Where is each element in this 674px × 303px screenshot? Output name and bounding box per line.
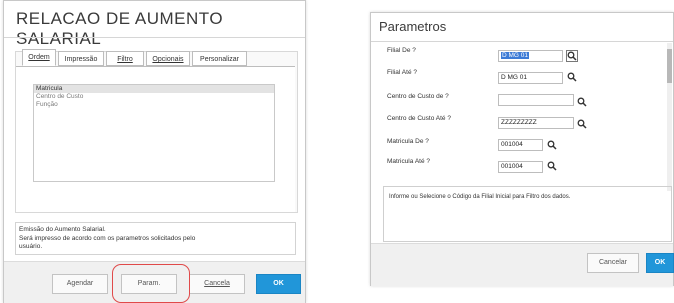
description-line: Emissão do Aumento Salarial. <box>19 226 106 233</box>
field-label: Matricula De ? <box>387 138 429 145</box>
tab-impressao[interactable]: Impressão <box>58 51 104 66</box>
ok-button[interactable]: OK <box>646 253 674 273</box>
matricula-ate-input[interactable]: 001004 <box>498 161 543 173</box>
centro-custo-ate-input[interactable]: ZZZZZZZZZ <box>498 117 574 129</box>
tab-body: Matricula Centro de Custo Função <box>16 66 295 212</box>
description-line: Será impresso de acordo com os parametro… <box>19 234 196 242</box>
list-item[interactable]: Matricula <box>34 85 274 93</box>
tab-personalizar[interactable]: Personalizar <box>192 51 247 66</box>
search-icon[interactable] <box>577 97 587 107</box>
search-icon[interactable] <box>577 119 587 129</box>
tab-panel: Ordem Impressão Filtro Opcionais Persona… <box>15 49 298 213</box>
field-label: Centro de Custo de ? <box>387 93 449 100</box>
dialog-footer: Cancelar OK <box>371 243 674 286</box>
help-text: Informe ou Selecione o Código da Filial … <box>383 186 672 242</box>
matricula-de-input[interactable]: 001004 <box>498 139 543 151</box>
tab-filtro[interactable]: Filtro <box>106 51 144 66</box>
schedule-button[interactable]: Agendar <box>52 274 108 294</box>
description-line: usuário. <box>19 243 43 250</box>
title-divider <box>371 41 673 42</box>
cancel-button[interactable]: Cancelar <box>587 253 639 273</box>
scrollbar[interactable] <box>667 43 672 191</box>
search-icon[interactable] <box>547 161 557 171</box>
field-label: Filial Até ? <box>387 69 417 76</box>
scrollbar-thumb[interactable] <box>667 49 672 83</box>
field-label: Centro de Custo Até ? <box>387 115 451 122</box>
report-dialog: RELACAO DE AUMENTO SALARIAL Ordem Impres… <box>3 0 306 303</box>
search-icon[interactable] <box>566 50 578 62</box>
report-description: Emissão do Aumento Salarial. Será impres… <box>15 222 296 255</box>
tab-ordem[interactable]: Ordem <box>22 49 56 66</box>
field-label: Matricula Até ? <box>387 158 430 165</box>
title-divider <box>4 37 305 38</box>
filial-de-input[interactable]: D MG 01 <box>498 50 563 62</box>
ok-button[interactable]: OK <box>256 274 301 294</box>
parameters-dialog: Parametros Filial De ? D MG 01 Filial At… <box>370 12 674 286</box>
list-item[interactable]: Função <box>34 101 274 109</box>
highlight-annotation <box>112 264 190 303</box>
search-icon[interactable] <box>567 72 577 82</box>
search-icon[interactable] <box>547 140 557 150</box>
dialog-title: RELACAO DE AUMENTO SALARIAL <box>16 9 224 48</box>
list-item[interactable]: Centro de Custo <box>34 93 274 101</box>
field-label: Filial De ? <box>387 47 416 54</box>
dialog-title: Parametros <box>379 19 447 34</box>
filial-ate-input[interactable]: D MG 01 <box>498 72 563 84</box>
centro-custo-de-input[interactable] <box>498 94 574 106</box>
tab-opcionais[interactable]: Opcionais <box>146 51 190 66</box>
cancel-button[interactable]: Cancela <box>189 274 245 294</box>
order-listbox[interactable]: Matricula Centro de Custo Função <box>33 84 275 182</box>
